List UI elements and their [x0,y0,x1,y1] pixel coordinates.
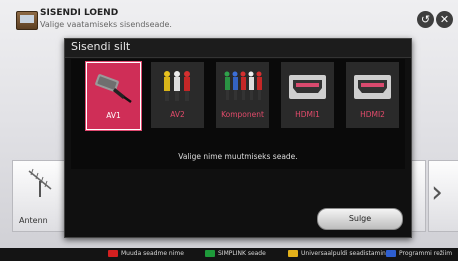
input-option-label: AV2 [170,110,185,119]
input-option-label: AV1 [106,111,121,120]
page-subtitle: Valige vaatamiseks sisendseade. [40,20,172,29]
antenna-label: Antenn [19,216,48,225]
yellow-key-icon [288,250,298,257]
background-input-tile[interactable] [410,160,426,232]
next-page-button[interactable]: › [428,160,458,232]
hdmi-port-icon [354,75,391,99]
input-label-dialog: Sisendi silt AV1 AV2 Komponent HDMI1 HDM… [64,38,412,238]
red-key-icon [108,250,118,257]
input-list-icon [16,11,38,30]
footer-item-program-mode[interactable]: Programmi režiim [386,250,452,257]
input-option-hdmi1[interactable]: HDMI1 [281,62,334,128]
chevron-right-icon: › [431,175,443,210]
dialog-title: Sisendi silt [71,40,131,53]
footer-bar: Muuda seadme nime SIMPLINK seade Univers… [0,248,458,261]
footer-item-universal-remote[interactable]: Universaalpuldi seadistamine [288,250,390,257]
input-option-label: Komponent [221,110,264,119]
footer-item-label: Muuda seadme nime [121,250,184,257]
component-plug-icon [224,71,262,100]
close-button[interactable]: ✕ [436,11,453,28]
dialog-hint: Valige nime muutmiseks seade. [178,152,298,161]
input-option-component[interactable]: Komponent [216,62,269,128]
footer-item-label: SIMPLINK seade [218,250,266,257]
page-title: SISENDI LOEND [40,8,119,18]
back-icon: ↺ [420,13,431,26]
footer-item-simplink[interactable]: SIMPLINK seade [205,250,266,257]
scart-plug-icon [95,74,132,104]
input-option-hdmi2[interactable]: HDMI2 [346,62,399,128]
rca-plug-icon [164,71,190,101]
close-dialog-button[interactable]: Sulge [317,208,403,230]
back-button[interactable]: ↺ [417,11,434,28]
blue-key-icon [386,250,396,257]
input-option-label: HDMI1 [295,110,320,119]
footer-item-label: Universaalpuldi seadistamine [301,250,390,257]
hdmi-port-icon [289,75,326,99]
input-option-label: HDMI2 [360,110,385,119]
close-icon: ✕ [439,13,450,26]
footer-item-rename[interactable]: Muuda seadme nime [108,250,184,257]
antenna-icon [28,168,52,197]
antenna-input-tile[interactable]: Antenn [12,160,69,232]
input-option-av2[interactable]: AV2 [151,62,204,128]
input-option-av1[interactable]: AV1 [86,62,141,130]
green-key-icon [205,250,215,257]
footer-item-label: Programmi režiim [399,250,453,257]
